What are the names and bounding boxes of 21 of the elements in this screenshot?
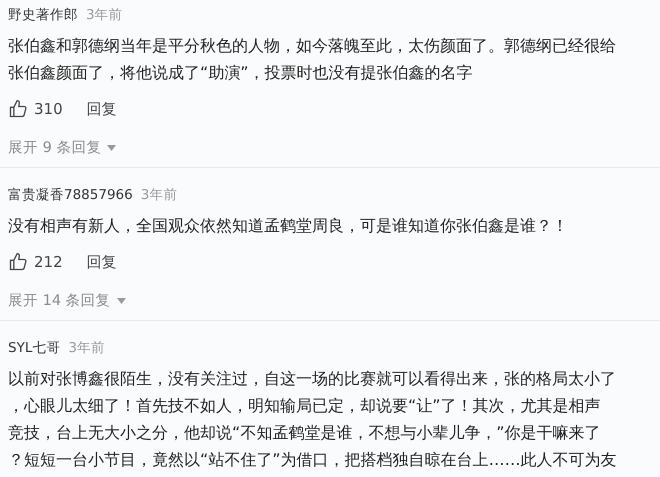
like-button[interactable]: 310 xyxy=(8,99,63,119)
caret-icon xyxy=(107,144,116,150)
reply-button[interactable]: 回复 xyxy=(86,100,117,118)
caret-icon xyxy=(116,298,126,304)
thumbs-up-icon xyxy=(8,252,28,272)
comment-text: 以前对张博鑫很陌生，没有关注过，自这一场的比赛就可以看得出来，张的格局太小了 xyxy=(8,368,616,390)
comment-text: 张伯鑫和郭德纲当年是平分秋色的人物，如今落魄至此，太伤颜面了。郭德纲已经很给 xyxy=(8,35,616,57)
reply-button[interactable]: 回复 xyxy=(86,252,117,272)
like-button[interactable]: 212 xyxy=(8,252,63,272)
comment-text: 竞技，台上无大小之分，他却说“不知孟鹤堂是谁，不想与小辈儿争，”你是干嘛来了 xyxy=(8,422,601,444)
comment-text: ，心眼儿太细了！首先技不如人，明知输局已定，却说要“让”了！其次，尤其是相声 xyxy=(8,395,601,417)
comment-text: 张伯鑫颜面了，将他说成了“助演”，投票时也没有提张伯鑫的名字 xyxy=(8,62,473,84)
username[interactable]: SYL七哥 xyxy=(8,339,60,357)
thumbs-up-icon xyxy=(8,99,28,119)
comment-text: 没有相声有新人，全国观众依然知道孟鹤堂周良，可是谁知道你张伯鑫是谁？！ xyxy=(8,215,568,237)
comment-time: 3年前 xyxy=(68,339,105,357)
comment-time: 3年前 xyxy=(140,186,178,204)
comment-text: ？短短一台小节目，竟然以“站不住了”为借口，把搭档独自晾在台上……此人不可为友 xyxy=(8,449,617,471)
username[interactable]: 野史著作郎 xyxy=(8,6,78,24)
username[interactable]: 富贵凝香78857966 xyxy=(8,186,133,204)
comment-time: 3年前 xyxy=(86,6,123,24)
